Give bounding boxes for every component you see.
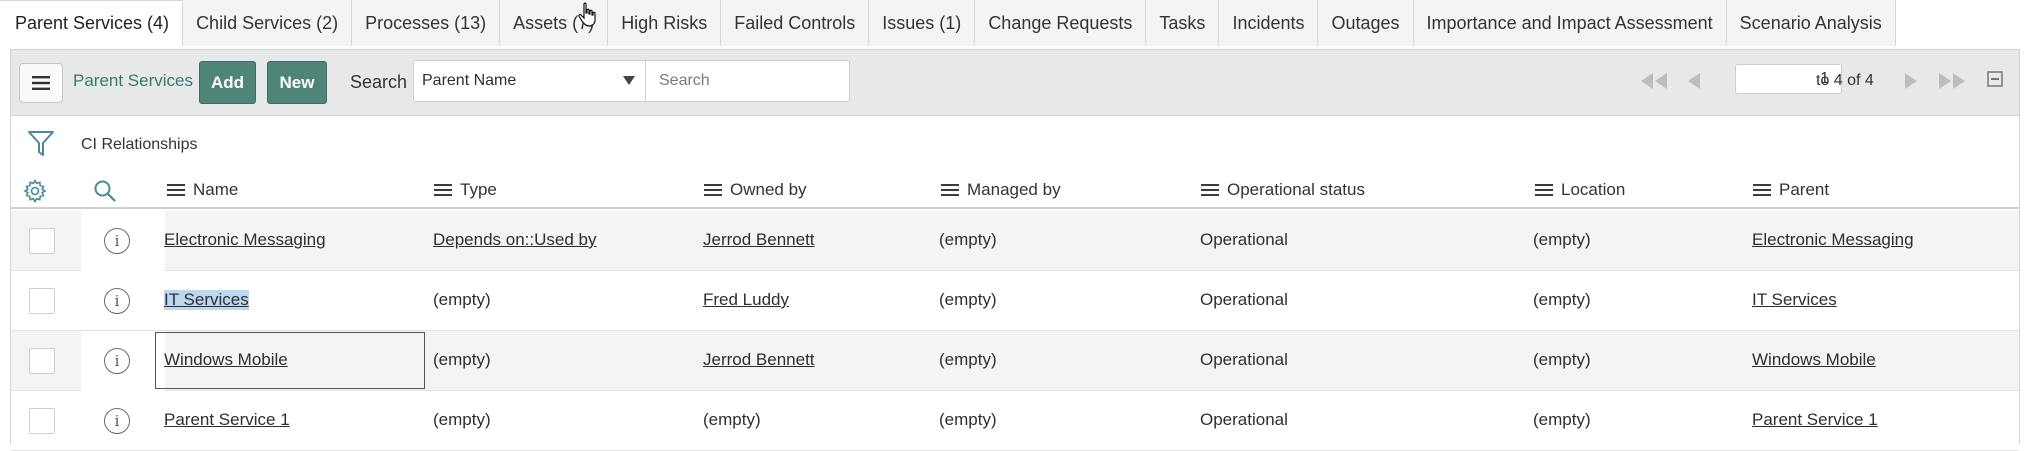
list-menu-button[interactable] bbox=[19, 63, 63, 103]
last-page-icon[interactable] bbox=[1937, 72, 1967, 90]
column-header-owned-by[interactable]: Owned by bbox=[704, 180, 807, 200]
dropdown-arrow-icon bbox=[623, 76, 635, 85]
column-menu-icon[interactable] bbox=[704, 181, 722, 199]
page-range-text: to 4 of 4 bbox=[1816, 72, 1874, 89]
row-select-checkbox[interactable] bbox=[29, 228, 55, 254]
cell-parent-link[interactable]: IT Services bbox=[1752, 290, 1837, 310]
cell-parent-link[interactable]: Electronic Messaging bbox=[1752, 230, 1914, 250]
cell-location: (empty) bbox=[1533, 290, 1591, 309]
cell-location: (empty) bbox=[1533, 410, 1591, 429]
cell-parent-link[interactable]: Parent Service 1 bbox=[1752, 410, 1878, 430]
cell-operational-status: Operational bbox=[1200, 290, 1288, 309]
cell-location: (empty) bbox=[1533, 230, 1591, 249]
list-toolbar: Parent Services Add New Search Parent Na… bbox=[11, 50, 2019, 116]
tab-processes[interactable]: Processes (13) bbox=[352, 0, 501, 46]
search-field-select[interactable]: Parent Name bbox=[413, 60, 646, 102]
tab-high-risks[interactable]: High Risks bbox=[608, 0, 722, 46]
search-label: Search bbox=[350, 72, 408, 92]
column-header-label: Name bbox=[193, 180, 239, 199]
column-header-managed-by[interactable]: Managed by bbox=[941, 180, 1061, 200]
cell-managed-by: (empty) bbox=[939, 290, 997, 309]
tab-change-requests[interactable]: Change Requests bbox=[975, 0, 1147, 46]
row-select-checkbox[interactable] bbox=[29, 408, 55, 434]
column-menu-icon[interactable] bbox=[434, 181, 452, 199]
info-circle-icon[interactable]: i bbox=[104, 228, 130, 254]
tab-tasks[interactable]: Tasks bbox=[1146, 0, 1220, 46]
cell-managed-by: (empty) bbox=[939, 350, 997, 369]
cell-type-link[interactable]: Depends on::Used by bbox=[433, 230, 597, 250]
next-page-icon[interactable] bbox=[1903, 72, 1919, 90]
column-header-label: Operational status bbox=[1227, 180, 1365, 199]
column-menu-icon[interactable] bbox=[941, 181, 959, 199]
column-header-label: Location bbox=[1561, 180, 1626, 199]
hamburger-icon bbox=[32, 76, 50, 90]
cell-name-link[interactable]: Parent Service 1 bbox=[164, 410, 290, 430]
info-circle-icon[interactable]: i bbox=[104, 348, 130, 374]
search-field-value: Parent Name bbox=[422, 72, 517, 89]
column-header-type[interactable]: Type bbox=[434, 180, 497, 200]
column-header-name[interactable]: Name bbox=[167, 180, 238, 200]
hand-cursor-icon bbox=[578, 2, 596, 27]
tab-outages[interactable]: Outages bbox=[1318, 0, 1414, 46]
tab-parent-services[interactable]: Parent Services (4) bbox=[0, 0, 184, 46]
search-icon[interactable] bbox=[93, 179, 117, 203]
search-input[interactable] bbox=[646, 60, 850, 102]
cell-owned-by: (empty) bbox=[703, 410, 761, 429]
cell-owned-by-link[interactable]: Jerrod Bennett bbox=[703, 230, 815, 250]
cell-type: (empty) bbox=[433, 290, 491, 309]
table-row: i Electronic Messaging Depends on::Used … bbox=[11, 211, 2019, 271]
info-circle-icon[interactable]: i bbox=[104, 288, 130, 314]
filter-funnel-icon[interactable] bbox=[28, 130, 54, 158]
tab-child-services[interactable]: Child Services (2) bbox=[183, 0, 353, 46]
cell-operational-status: Operational bbox=[1200, 350, 1288, 369]
cell-parent-link[interactable]: Windows Mobile bbox=[1752, 350, 1876, 370]
list-title: Parent Services bbox=[73, 71, 193, 90]
table-header-row: Name Type Owned by Managed by Operationa… bbox=[11, 169, 2019, 209]
column-header-label: Type bbox=[460, 180, 497, 199]
cell-owned-by-link[interactable]: Jerrod Bennett bbox=[703, 350, 815, 370]
column-header-parent[interactable]: Parent bbox=[1753, 180, 1829, 200]
cell-managed-by: (empty) bbox=[939, 410, 997, 429]
cell-name-link[interactable]: Windows Mobile bbox=[164, 350, 288, 370]
first-page-icon[interactable] bbox=[1639, 72, 1669, 90]
column-menu-icon[interactable] bbox=[167, 181, 185, 199]
cell-managed-by: (empty) bbox=[939, 230, 997, 249]
gear-icon[interactable] bbox=[23, 179, 47, 203]
cell-name-link[interactable]: Electronic Messaging bbox=[164, 230, 326, 250]
cell-operational-status: Operational bbox=[1200, 410, 1288, 429]
cell-name-link[interactable]: IT Services bbox=[164, 290, 249, 310]
tab-incidents[interactable]: Incidents bbox=[1219, 0, 1319, 46]
column-header-label: Managed by bbox=[967, 180, 1061, 199]
column-menu-icon[interactable] bbox=[1535, 181, 1553, 199]
new-button[interactable]: New bbox=[267, 61, 327, 104]
cell-type: (empty) bbox=[433, 350, 491, 369]
row-select-checkbox[interactable] bbox=[29, 348, 55, 374]
tab-importance-impact[interactable]: Importance and Impact Assessment bbox=[1413, 0, 1727, 46]
column-header-label: Owned by bbox=[730, 180, 807, 199]
add-button[interactable]: Add bbox=[199, 61, 256, 104]
previous-page-icon[interactable] bbox=[1686, 72, 1702, 90]
table-row: i Windows Mobile (empty) Jerrod Bennett … bbox=[11, 331, 2019, 391]
column-menu-icon[interactable] bbox=[1753, 181, 1771, 199]
related-lists-tabs: Parent Services (4) Child Services (2) P… bbox=[0, 0, 2034, 46]
tab-failed-controls[interactable]: Failed Controls bbox=[721, 0, 870, 46]
cell-owned-by-link[interactable]: Fred Luddy bbox=[703, 290, 789, 310]
filter-breadcrumb[interactable]: CI Relationships bbox=[81, 136, 198, 154]
table-row: i IT Services (empty) Fred Luddy (empty)… bbox=[11, 271, 2019, 331]
related-list-panel: Parent Services Add New Search Parent Na… bbox=[10, 49, 2020, 451]
cell-type: (empty) bbox=[433, 410, 491, 429]
table-row: i Parent Service 1 (empty) (empty) (empt… bbox=[11, 391, 2019, 451]
row-select-checkbox[interactable] bbox=[29, 288, 55, 314]
column-header-label: Parent bbox=[1779, 180, 1830, 199]
cell-operational-status: Operational bbox=[1200, 230, 1288, 249]
column-menu-icon[interactable] bbox=[1201, 181, 1219, 199]
tab-issues[interactable]: Issues (1) bbox=[869, 0, 976, 46]
collapse-list-icon[interactable] bbox=[1987, 71, 2003, 87]
tab-strip-filler bbox=[1895, 0, 2034, 46]
column-header-operational-status[interactable]: Operational status bbox=[1201, 180, 1365, 200]
column-header-location[interactable]: Location bbox=[1535, 180, 1625, 200]
cell-location: (empty) bbox=[1533, 350, 1591, 369]
info-circle-icon[interactable]: i bbox=[104, 408, 130, 434]
tab-scenario-analysis[interactable]: Scenario Analysis bbox=[1726, 0, 1896, 46]
